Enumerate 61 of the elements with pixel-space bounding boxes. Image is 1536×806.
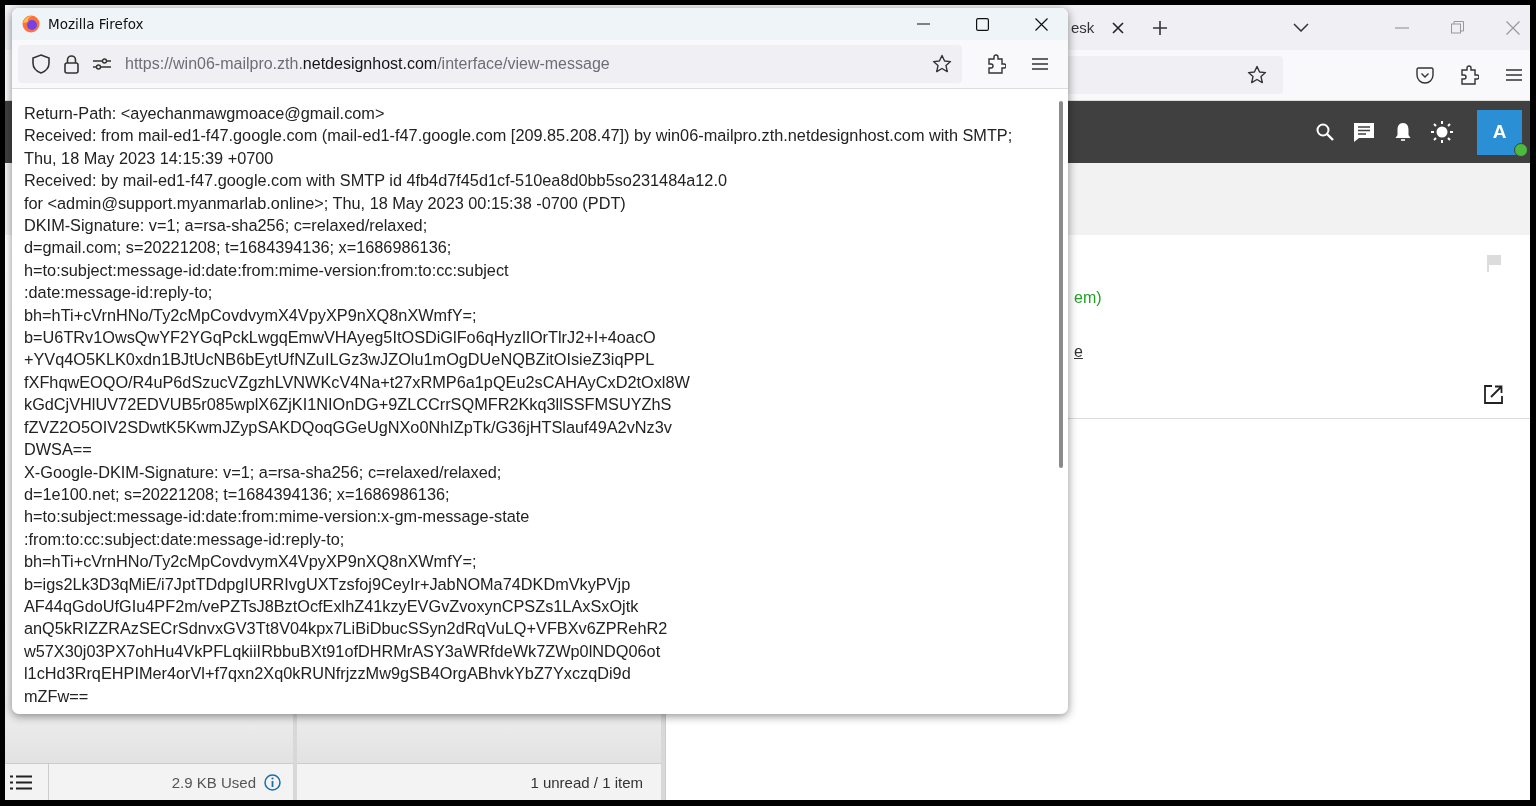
window-title: Mozilla Firefox bbox=[48, 16, 144, 32]
header-line: :date:message-id:reply-to; bbox=[24, 282, 213, 304]
browser-tab[interactable]: esk bbox=[1068, 9, 1135, 46]
header-line: h=to:subject:message-id:date:from:mime-version:x-gm-message-state bbox=[24, 506, 530, 528]
header-line: l1cHd3RrqEHPIMer4orVl+f7qxn2Xq0kRUNfrjzzMw9gSB4OrgABhvkYbZ7YxczqDi9d bbox=[24, 663, 631, 685]
header-line: Received: from mail-ed1-f47.google.com (mail-ed1-f47.google.com [209.85.208.47]) by win06-mailpro.zth.netdesignhost.com with SMTP; bbox=[24, 125, 1013, 147]
sun-icon[interactable] bbox=[1431, 121, 1453, 143]
info-icon[interactable] bbox=[264, 773, 281, 791]
header-line: X-Google-DKIM-Signature: v=1; a=rsa-sha256; c=relaxed/relaxed; bbox=[24, 461, 502, 483]
browser-logo-icon bbox=[22, 15, 40, 33]
new-tab-icon[interactable] bbox=[1152, 19, 1169, 36]
bell-icon[interactable] bbox=[1394, 122, 1412, 142]
header-line: Thu, 18 May 2023 14:15:39 +0700 bbox=[24, 147, 274, 169]
header-line: fZVZ2O5OIV2SDwtK5KwmJZypSAKDQoqGGeUgNXo0NhIZpTk/G36jHTSlauf49A2vNz3v bbox=[24, 416, 672, 438]
pocket-icon[interactable] bbox=[1416, 66, 1434, 84]
puzzle-icon[interactable] bbox=[1461, 65, 1479, 85]
header-line: +YVq4O5KLK0xdn1BJtUcNB6bEytUfNZuILGz3wJZOlu1mOgDUeNQBZitOIsieZ3iqPPL bbox=[24, 349, 655, 371]
permissions-icon[interactable] bbox=[93, 58, 111, 70]
storage-used-label: 2.9 KB Used bbox=[171, 773, 256, 791]
url-text[interactable]: https://win06-mailpro.zth.netdesignhost.com/interface/view-message bbox=[125, 55, 610, 73]
header-line: DWSA== bbox=[24, 439, 92, 461]
header-line: kGdCjVHlUV72EDVUB5r085wplX6ZjKI1NIOnDG+9ZLCCrrSQMFR2Kkq3llSSFMSUYZhS bbox=[24, 394, 672, 416]
close-icon[interactable] bbox=[1035, 17, 1048, 31]
header-line: h=to:subject:message-id:date:from:mime-version:from:to:cc:subject bbox=[24, 259, 509, 281]
header-line: for <admin@support.myanmarlab.online>; Thu, 18 May 2023 00:15:38 -0700 (PDT) bbox=[24, 192, 626, 214]
chat-icon[interactable] bbox=[1353, 121, 1375, 143]
address-field[interactable] bbox=[1065, 56, 1283, 94]
header-line: mZFw== bbox=[24, 685, 89, 707]
header-line: fXFhqwEOQO/R4uP6dSzucVZgzhLVNWKcV4Na+t27xRMP6a1pQEu2sCAHAyCxD2tOxl8W bbox=[24, 371, 690, 393]
header-line: anQ5kRIZZRAzSECrSdnvxGV3Tt8V04kpx7LiBiDbucSSyn2dRqVuLQ+VFBXv6ZPRehR2 bbox=[24, 618, 668, 640]
close-icon[interactable] bbox=[1112, 21, 1125, 34]
item-count-label: 1 unread / 1 item bbox=[530, 773, 643, 791]
header-line: d=1e100.net; s=20221208; t=1684394136; x=1686986136; bbox=[24, 483, 450, 505]
header-line: w57X30j03PX7ohHu4VkPFLqkiiIRbbuBXt91ofDHRMrASY3aWRfdeWk7ZWp0lNDQ06ot bbox=[24, 640, 661, 662]
list-icon[interactable] bbox=[10, 774, 32, 790]
star-icon[interactable] bbox=[1247, 65, 1267, 85]
header-line: b=igs2Lk3D3qMiE/i7JptTDdpgIURRIvgUXTzsfoj9CeyIr+JabNOMa74DKDmVkyPVjp bbox=[24, 573, 631, 595]
header-line: AF44qGdoUfGIu4PF2m/vePZTsJ8BztOcfExlhZ41kzyEVGvZvoxynCPSZs1LAxSxOjtk bbox=[24, 595, 639, 617]
search-icon[interactable] bbox=[1316, 123, 1334, 141]
star-icon[interactable] bbox=[932, 54, 952, 74]
header-line: Received: by mail-ed1-f47.google.com with SMTP id 4fb4d7f45d1cf-510ea8d0bb5so231484a12.0 bbox=[24, 170, 727, 192]
address-field[interactable]: https://win06-mailpro.zth.netdesignhost.com/interface/view-message bbox=[18, 45, 962, 83]
header-line: bh=hTi+cVrnHNo/Ty2cMpCovdvymX4VpyXP9nXQ8nXWmfY=; bbox=[24, 551, 477, 573]
menu-icon[interactable] bbox=[1032, 58, 1048, 70]
scrollbar-thumb[interactable] bbox=[1059, 101, 1063, 468]
header-line: b=U6TRv1OwsQwYF2YGqPckLwgqEmwVHAyeg5ItOSDiGlFo6qHyzIlOrTlrJ2+I+4oacO bbox=[24, 327, 656, 349]
text-link[interactable]: e bbox=[1074, 343, 1083, 361]
header-line: DKIM-Signature: v=1; a=rsa-sha256; c=relaxed/relaxed; bbox=[24, 215, 428, 237]
chevron-down-icon[interactable] bbox=[1293, 23, 1310, 32]
status-text: em) bbox=[1074, 289, 1102, 307]
lock-icon[interactable] bbox=[64, 54, 79, 74]
header-line: :from:to:cc:subject:date:message-id:reply-to; bbox=[24, 528, 345, 550]
external-link-icon[interactable] bbox=[1484, 385, 1503, 404]
header-line: d=gmail.com; s=20221208; t=1684394136; x=1686986136; bbox=[24, 237, 452, 259]
puzzle-icon[interactable] bbox=[988, 54, 1006, 74]
header-line: bh=hTi+cVrnHNo/Ty2cMpCovdvymX4VpyXP9nXQ8nXWmfY=; bbox=[24, 304, 477, 326]
header-line: Return-Path: <ayechanmawgmoace@gmail.com> bbox=[24, 103, 385, 124]
shield-icon[interactable] bbox=[32, 54, 50, 74]
maximize-icon[interactable] bbox=[976, 17, 989, 31]
menu-icon[interactable] bbox=[1506, 69, 1522, 81]
user-avatar[interactable]: A bbox=[1477, 109, 1522, 155]
